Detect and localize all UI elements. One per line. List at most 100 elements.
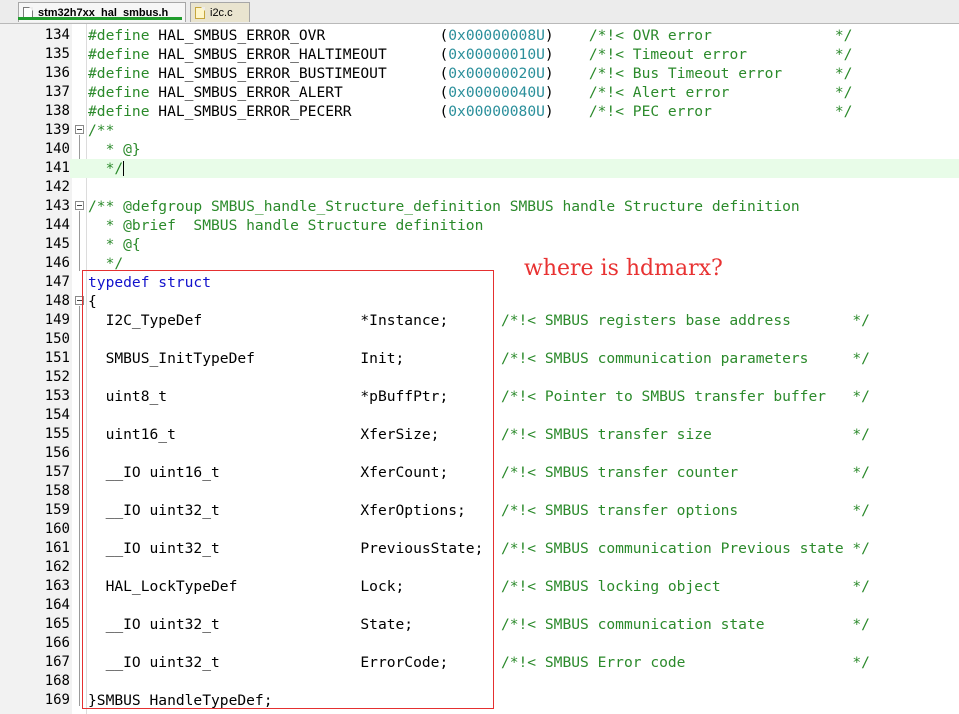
- line-number: 152: [44, 369, 70, 385]
- code-token: HAL_SMBUS_ERROR_BUSTIMEOUT: [158, 65, 440, 82]
- code-token: 0x00000040U: [448, 84, 545, 101]
- line-number: 143: [44, 198, 70, 214]
- line-number: 169: [44, 692, 70, 708]
- code-text: * @brief SMBUS handle Structure definiti…: [88, 216, 484, 235]
- line-number: 144: [44, 217, 70, 233]
- line-number: 157: [44, 464, 70, 480]
- code-token: ): [544, 103, 589, 120]
- code-token: 0x00000010U: [448, 46, 545, 63]
- code-line[interactable]: 138 #define HAL_SMBUS_ERROR_PECERR (0x000…: [0, 102, 959, 121]
- code-token: (: [439, 65, 449, 82]
- line-number: 151: [44, 350, 70, 366]
- c-file-icon: [195, 6, 205, 19]
- code-token: HAL_SMBUS_ERROR_HALTIMEOUT: [158, 46, 440, 63]
- code-line[interactable]: 136 #define HAL_SMBUS_ERROR_BUSTIMEOUT (0…: [0, 64, 959, 83]
- code-token: /*!< SMBUS transfer size */: [500, 426, 870, 443]
- code-text: #define HAL_SMBUS_ERROR_HALTIMEOUT (0x00…: [88, 45, 852, 64]
- line-number: 145: [44, 236, 70, 252]
- line-number: 159: [44, 502, 70, 518]
- code-line[interactable]: 141 */: [0, 159, 959, 178]
- code-line[interactable]: 140 * @}: [0, 140, 959, 159]
- line-number: 136: [44, 65, 70, 81]
- code-token: HAL_SMBUS_ERROR_ALERT: [158, 84, 440, 101]
- line-number: 134: [44, 27, 70, 43]
- annotation-text: where is hdmarx?: [524, 256, 723, 281]
- code-token: 0x00000020U: [448, 65, 545, 82]
- code-text: #define HAL_SMBUS_ERROR_OVR (0x00000008U…: [88, 26, 852, 45]
- code-token: 0x00000008U: [448, 27, 545, 44]
- code-line[interactable]: 134 #define HAL_SMBUS_ERROR_OVR (0x000000…: [0, 26, 959, 45]
- line-number: 139: [44, 122, 70, 138]
- code-line[interactable]: 144 * @brief SMBUS handle Structure defi…: [0, 216, 959, 235]
- line-number: 141: [0, 159, 70, 178]
- line-number: 164: [44, 597, 70, 613]
- code-text: #define HAL_SMBUS_ERROR_BUSTIMEOUT (0x00…: [88, 64, 852, 83]
- code-token: 0x00000080U: [448, 103, 545, 120]
- code-token: /** @defgroup SMBUS_handle_Structure_def…: [88, 198, 800, 215]
- code-token: /*!< SMBUS registers base address */: [500, 312, 870, 329]
- code-token: HAL_SMBUS_ERROR_PECERR: [158, 103, 440, 120]
- code-token: ): [544, 27, 589, 44]
- code-token: /*!< SMBUS transfer counter */: [500, 464, 870, 481]
- line-number: 137: [44, 84, 70, 100]
- line-number: 147: [44, 274, 70, 290]
- code-token: /*!< OVR error */: [588, 27, 853, 44]
- tab-i2c-c[interactable]: i2c.c: [190, 2, 250, 22]
- active-tab-indicator: [18, 17, 182, 20]
- line-number: 140: [44, 141, 70, 157]
- code-token: HAL_SMBUS_ERROR_OVR: [158, 27, 440, 44]
- line-number: 138: [44, 103, 70, 119]
- code-line[interactable]: 142: [0, 178, 959, 197]
- code-text: * @{: [88, 235, 141, 254]
- code-line[interactable]: 139 /**: [0, 121, 959, 140]
- tab-label: i2c.c: [210, 6, 233, 19]
- code-text: /**: [88, 121, 114, 140]
- code-token: /*!< PEC error */: [588, 103, 853, 120]
- code-token: /*!< SMBUS communication Previous state …: [500, 540, 870, 557]
- line-number: 155: [44, 426, 70, 442]
- line-number: 161: [44, 540, 70, 556]
- code-token: #define: [88, 65, 159, 82]
- code-line[interactable]: 137 #define HAL_SMBUS_ERROR_ALERT (0x0000…: [0, 83, 959, 102]
- code-token: * @}: [88, 141, 141, 158]
- text-caret: [123, 161, 125, 176]
- line-number: 156: [44, 445, 70, 461]
- fold-toggle-icon[interactable]: [75, 125, 84, 134]
- code-text: #define HAL_SMBUS_ERROR_PECERR (0x000000…: [88, 102, 852, 121]
- line-number: 154: [44, 407, 70, 423]
- code-line[interactable]: 145 * @{: [0, 235, 959, 254]
- code-token: /*!< Bus Timeout error */: [588, 65, 853, 82]
- code-editor[interactable]: 134 #define HAL_SMBUS_ERROR_OVR (0x000000…: [0, 24, 959, 714]
- code-text: /** @defgroup SMBUS_handle_Structure_def…: [88, 197, 800, 216]
- line-number: 149: [44, 312, 70, 328]
- code-token: (: [439, 84, 449, 101]
- code-line[interactable]: 143 /** @defgroup SMBUS_handle_Structure_…: [0, 197, 959, 216]
- editor-tab-bar: stm32h7xx_hal_smbus.h i2c.c: [0, 0, 959, 24]
- code-token: /*!< Timeout error */: [588, 46, 853, 63]
- code-token: (: [439, 103, 449, 120]
- code-token: /*!< SMBUS transfer options */: [500, 502, 870, 519]
- code-text: * @}: [88, 140, 141, 159]
- code-token: ): [544, 65, 589, 82]
- code-token: /*!< SMBUS communication parameters */: [500, 350, 870, 367]
- fold-toggle-icon[interactable]: [75, 201, 84, 210]
- code-token: /**: [88, 122, 115, 139]
- code-token: #define: [88, 84, 159, 101]
- code-line[interactable]: 135 #define HAL_SMBUS_ERROR_HALTIMEOUT (0…: [0, 45, 959, 64]
- line-number: 142: [44, 179, 70, 195]
- code-token: (: [439, 46, 449, 63]
- line-number: 167: [44, 654, 70, 670]
- code-token: #define: [88, 27, 159, 44]
- code-token: /*!< SMBUS locking object */: [500, 578, 870, 595]
- struct-highlight-box: [82, 270, 494, 709]
- code-token: */: [88, 160, 124, 177]
- line-number: 146: [44, 255, 70, 271]
- line-number: 165: [44, 616, 70, 632]
- line-number: 160: [44, 521, 70, 537]
- line-number: 166: [44, 635, 70, 651]
- line-number: 150: [44, 331, 70, 347]
- code-token: /*!< Alert error */: [588, 84, 853, 101]
- code-token: (: [439, 27, 449, 44]
- code-token: * @{: [88, 236, 141, 253]
- code-token: /*!< Pointer to SMBUS transfer buffer */: [500, 388, 870, 405]
